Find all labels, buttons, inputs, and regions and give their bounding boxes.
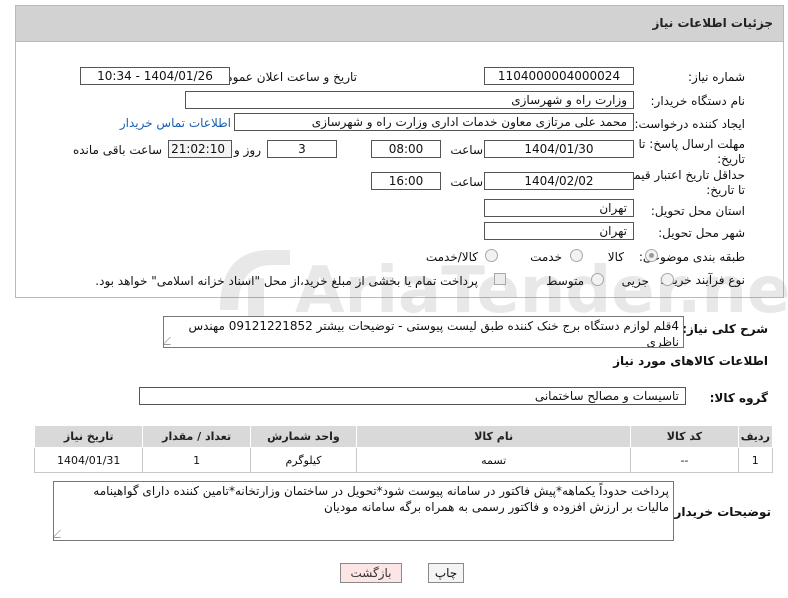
days-label: روز و (234, 143, 261, 157)
reply-date-field: 1404/01/30 (484, 140, 634, 158)
col-row: ردیف (737, 425, 774, 448)
reply-deadline-label: مهلت ارسال پاسخ: تا تاریخ: (638, 137, 745, 166)
requester-label: ایجاد کننده درخواست: (634, 117, 745, 131)
category-radio-goods[interactable] (645, 249, 658, 262)
cell-code: -- (630, 447, 739, 473)
back-button[interactable]: بازگشت (340, 563, 402, 583)
province-label: استان محل تحویل: (650, 204, 745, 218)
cell-row: 1 (737, 447, 774, 473)
process-radio-medium[interactable] (591, 273, 604, 286)
cell-quantity: 1 (142, 447, 251, 473)
category-radio-goods-service[interactable] (485, 249, 498, 262)
category-option-goods: کالا (607, 250, 624, 264)
treasury-payment-checkbox[interactable] (494, 273, 506, 285)
reply-hour-label: ساعت (450, 143, 483, 157)
col-code: کد کالا (630, 425, 739, 448)
requester-field: محمد علی مرتازی معاون خدمات اداری وزارت … (234, 113, 634, 131)
remaining-time-field: 21:02:10 (168, 140, 232, 158)
buyer-notes-textarea: پرداخت حدوداً یکماهه*پیش فاکتور در سامان… (53, 481, 674, 541)
buyer-notes-label: توضیحات خریدار: (669, 505, 771, 519)
goods-group-field: تاسیسات و مصالح ساختمانی (139, 387, 686, 405)
treasury-payment-note: پرداخت تمام یا بخشی از مبلغ خرید،از محل … (95, 274, 478, 288)
resize-grip-icon[interactable] (164, 337, 178, 345)
buyer-org-label: نام دستگاه خریدار: (650, 94, 746, 108)
days-remaining-field: 3 (267, 140, 337, 158)
col-need-date: تاریخ نیاز (33, 425, 144, 448)
col-unit: واحد شمارش (249, 425, 358, 448)
description-textarea: 4قلم لوازم دستگاه برج خنک کننده طبق لیست… (163, 316, 684, 348)
announce-date-field: 1404/01/26 - 10:34 (80, 67, 230, 85)
col-quantity: تعداد / مقدار (142, 425, 251, 448)
price-time-field: 16:00 (371, 172, 441, 190)
cell-name: تسمه (356, 447, 632, 473)
col-name: نام کالا (356, 425, 632, 448)
announce-date-label: تاریخ و ساعت اعلان عمومی: (212, 70, 357, 84)
description-text: 4قلم لوازم دستگاه برج خنک کننده طبق لیست… (188, 319, 679, 348)
city-field: تهران (484, 222, 634, 240)
need-number-label: شماره نیاز: (688, 70, 745, 84)
goods-section-title: اطلاعات کالاهای مورد نیاز (613, 354, 768, 368)
resize-grip-icon[interactable] (54, 530, 68, 538)
category-radio-service[interactable] (570, 249, 583, 262)
panel-header: جزئیات اطلاعات نیاز (16, 6, 783, 42)
buyer-contact-link[interactable]: اطلاعات تماس خریدار (120, 116, 231, 130)
print-button[interactable]: چاپ (428, 563, 464, 583)
price-validity-label: حداقل تاریخ اعتبار قیمت: تا تاریخ: (618, 168, 745, 197)
category-option-goods-service: کالا/خدمت (425, 250, 478, 264)
goods-group-label: گروه کالا: (709, 391, 768, 405)
reply-time-field: 08:00 (371, 140, 441, 158)
category-option-service: خدمت (530, 250, 562, 264)
cell-unit: کیلوگرم (249, 447, 358, 473)
goods-table-header: ردیف کد کالا نام کالا واحد شمارش تعداد /… (33, 425, 774, 448)
remaining-label: ساعت باقی مانده (72, 143, 162, 157)
description-label: شرح کلی نیاز: (682, 322, 768, 336)
process-option-minor: جزیی (621, 274, 649, 288)
panel-title: جزئیات اطلاعات نیاز (652, 16, 773, 30)
process-radio-minor[interactable] (661, 273, 674, 286)
buyer-notes-text: پرداخت حدوداً یکماهه*پیش فاکتور در سامان… (93, 484, 669, 514)
city-label: شهر محل تحویل: (658, 226, 745, 240)
price-hour-label: ساعت (450, 175, 483, 189)
process-option-medium: متوسط (546, 274, 584, 288)
price-date-field: 1404/02/02 (484, 172, 634, 190)
cell-need-date: 1404/01/31 (33, 447, 144, 473)
table-row: 1 -- تسمه کیلوگرم 1 1404/01/31 (33, 447, 774, 473)
goods-table: ردیف کد کالا نام کالا واحد شمارش تعداد /… (33, 425, 774, 473)
need-number-field: 1104000004000024 (484, 67, 634, 85)
buyer-org-field: وزارت راه و شهرسازی (185, 91, 634, 109)
province-field: تهران (484, 199, 634, 217)
